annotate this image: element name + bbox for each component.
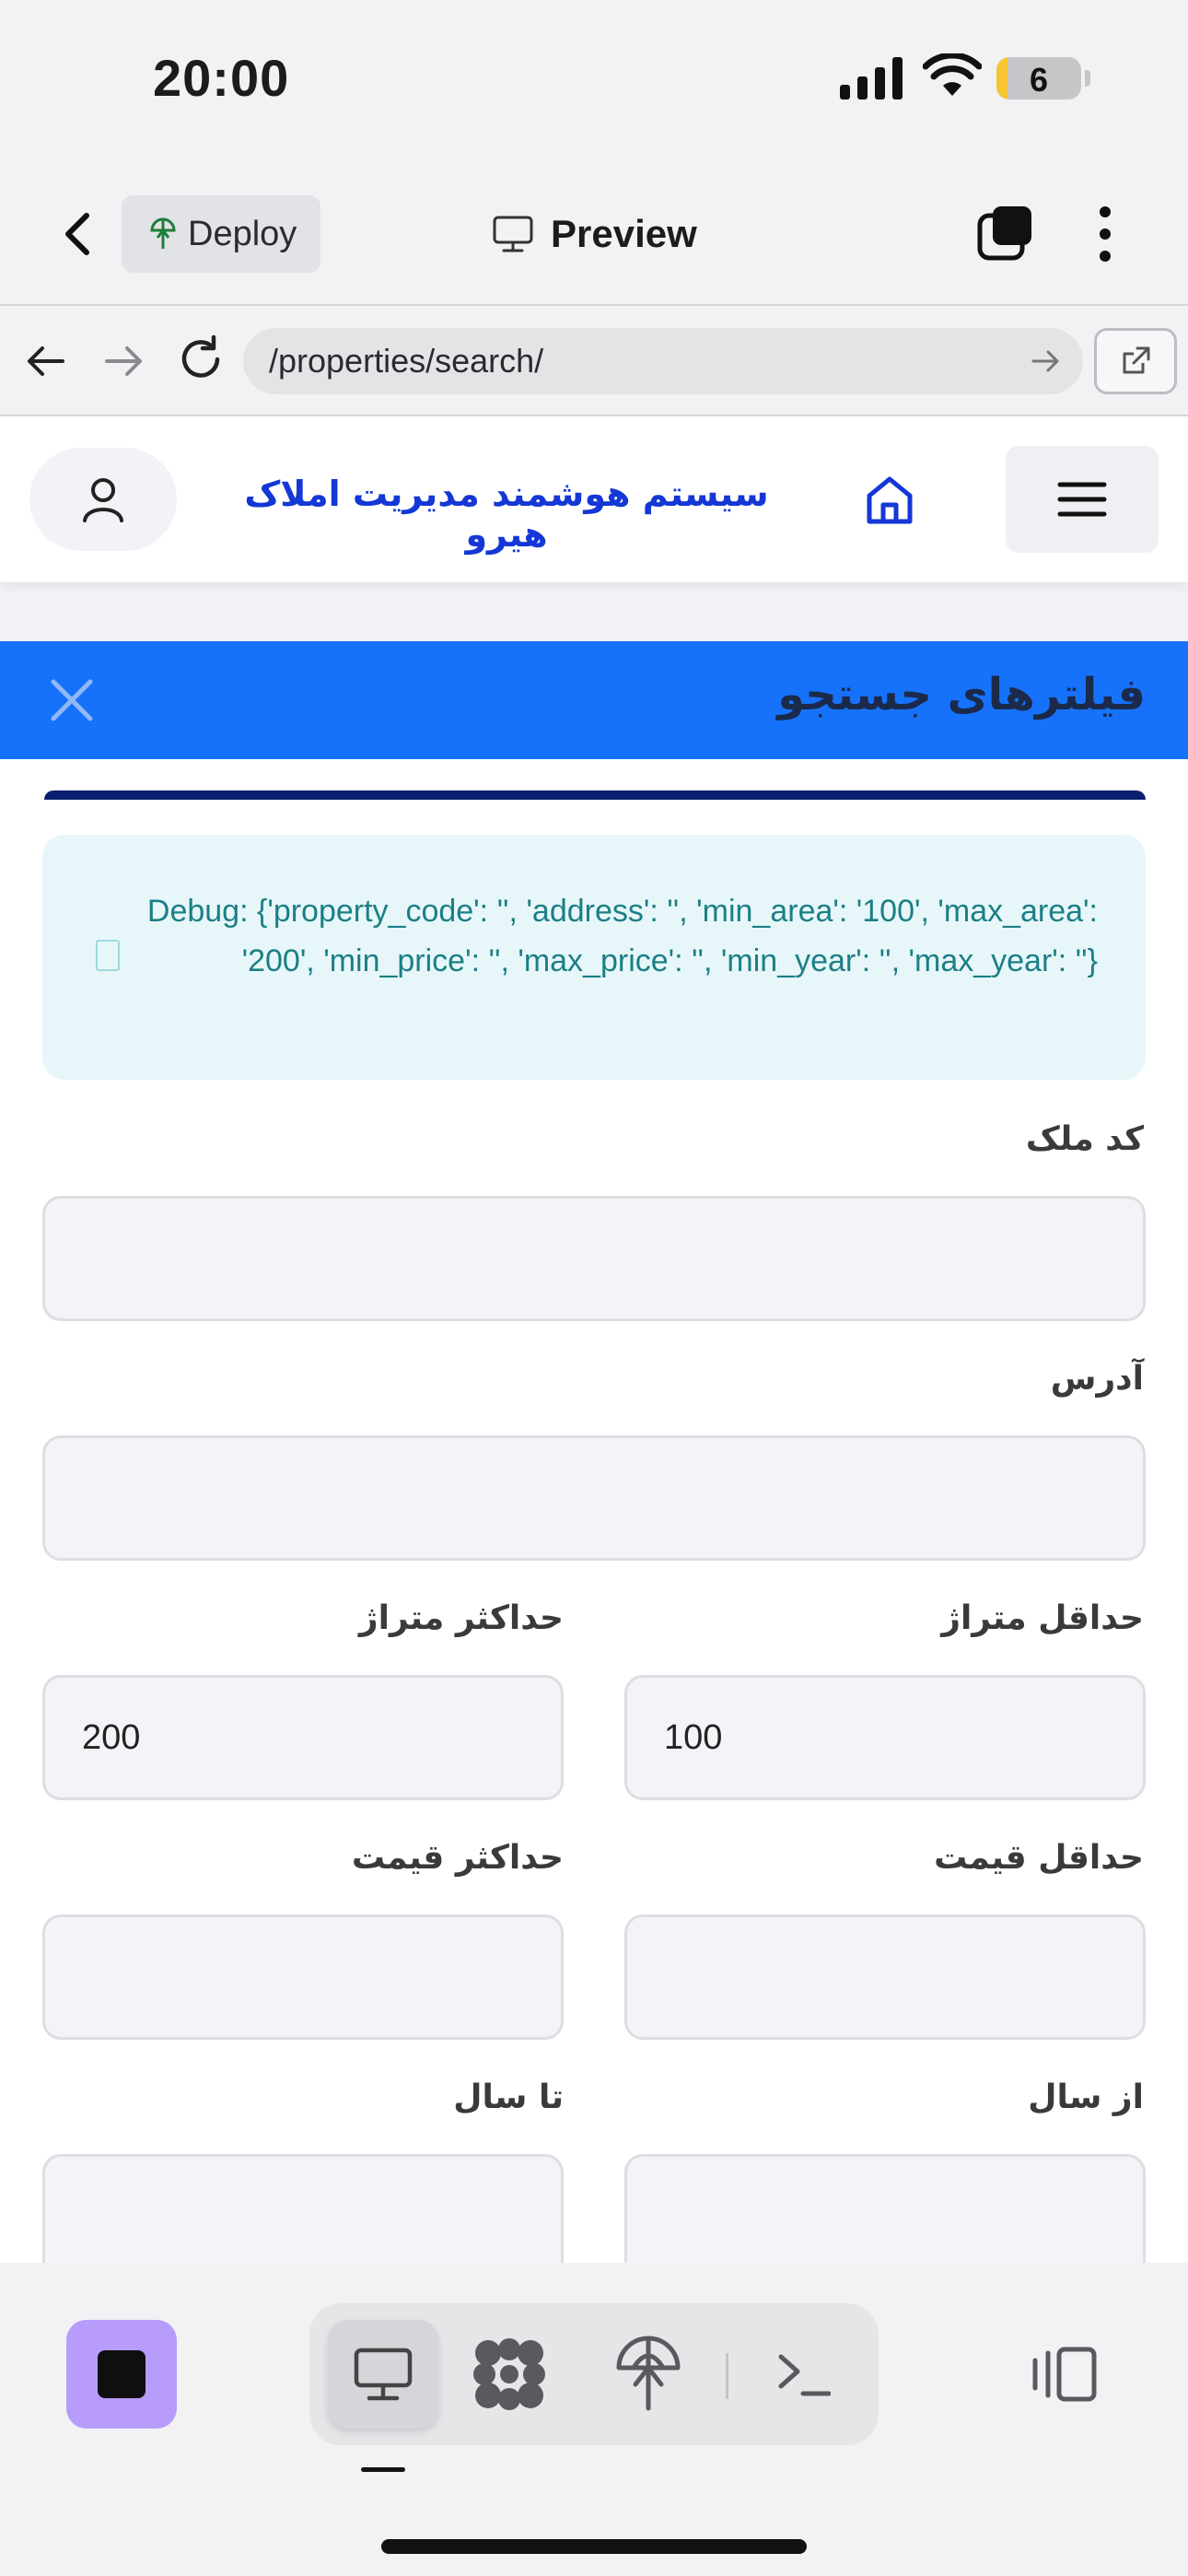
min-year-label: از سال xyxy=(1028,2078,1144,2116)
min-area-label: حداقل متراژ xyxy=(941,1599,1144,1637)
stop-button[interactable] xyxy=(66,2320,177,2429)
filter-title: فیلترهای جستجو xyxy=(777,669,1146,720)
go-arrow-icon[interactable] xyxy=(1030,346,1063,376)
arrow-right-icon[interactable] xyxy=(99,337,147,385)
arrow-left-icon[interactable] xyxy=(22,337,70,385)
user-icon xyxy=(83,478,123,522)
site-title[interactable]: سیستم هوشمند مدیریت املاک هیرو xyxy=(221,474,792,555)
max-area-label: حداکثر متراژ xyxy=(358,1599,564,1637)
url-field[interactable]: /properties/search/ xyxy=(243,328,1083,394)
monitor-icon xyxy=(493,216,533,252)
deploy-icon[interactable] xyxy=(613,2335,683,2412)
site-navbar: سیستم هوشمند مدیریت املاک هیرو xyxy=(0,416,1188,582)
reload-icon[interactable] xyxy=(175,334,227,385)
terminal-icon[interactable] xyxy=(777,2348,831,2399)
external-link-icon xyxy=(1123,346,1150,374)
min-price-label: حداقل قیمت xyxy=(934,1839,1144,1877)
deploy-button[interactable]: Deploy xyxy=(122,195,320,273)
min-area-input[interactable] xyxy=(624,1675,1146,1800)
address-input[interactable] xyxy=(42,1435,1146,1561)
battery-nub xyxy=(1085,70,1090,87)
status-time: 20:00 xyxy=(153,49,290,107)
stop-icon xyxy=(98,2350,146,2398)
webview: سیستم هوشمند مدیریت املاک هیرو فیلترهای … xyxy=(0,416,1188,2263)
min-price-input[interactable] xyxy=(624,1914,1146,2040)
preview-tab[interactable]: Preview xyxy=(492,205,697,263)
panel-toggle-icon[interactable] xyxy=(1031,2346,1098,2403)
monitor-icon xyxy=(354,2348,413,2401)
active-tab-indicator xyxy=(361,2467,405,2472)
url-text: /properties/search/ xyxy=(269,342,544,380)
user-button[interactable] xyxy=(29,448,177,551)
home-indicator[interactable] xyxy=(381,2539,807,2554)
deploy-label: Deploy xyxy=(188,214,297,253)
property-code-input[interactable] xyxy=(42,1196,1146,1321)
wifi-icon xyxy=(923,53,982,96)
signal-icon xyxy=(840,57,903,100)
hamburger-menu-icon xyxy=(1057,482,1107,517)
menu-button[interactable] xyxy=(1006,446,1159,553)
tabs-icon[interactable] xyxy=(976,205,1035,263)
property-code-label: کد ملک xyxy=(1025,1120,1144,1158)
max-year-input[interactable] xyxy=(42,2154,564,2263)
max-price-label: حداکثر قیمت xyxy=(351,1839,564,1877)
more-vertical-icon[interactable] xyxy=(1087,205,1124,263)
home-icon[interactable] xyxy=(862,472,917,527)
battery-indicator: 6 xyxy=(996,57,1081,100)
panel-accent-bar xyxy=(44,790,1146,800)
open-external-button[interactable] xyxy=(1094,328,1177,394)
filter-header: فیلترهای جستجو xyxy=(0,641,1188,759)
address-label: آدرس xyxy=(1050,1360,1144,1398)
max-price-input[interactable] xyxy=(42,1914,564,2040)
max-area-input[interactable] xyxy=(42,1675,564,1800)
battery-level: 6 xyxy=(1029,61,1049,99)
preview-tool-button[interactable] xyxy=(328,2320,438,2429)
toolbar-divider xyxy=(726,2353,728,2399)
chevron-left-icon[interactable] xyxy=(52,205,103,263)
max-year-label: تا سال xyxy=(453,2078,564,2116)
debug-text: Debug: {'property_code': '', 'address': … xyxy=(146,894,1098,978)
tasks-icon[interactable] xyxy=(472,2336,547,2412)
min-year-input[interactable] xyxy=(624,2154,1146,2263)
debug-alert: Debug: {'property_code': '', 'address': … xyxy=(42,835,1146,1080)
info-icon xyxy=(96,940,120,971)
preview-label: Preview xyxy=(551,212,697,255)
deploy-icon xyxy=(150,217,176,249)
close-icon[interactable] xyxy=(48,676,96,724)
